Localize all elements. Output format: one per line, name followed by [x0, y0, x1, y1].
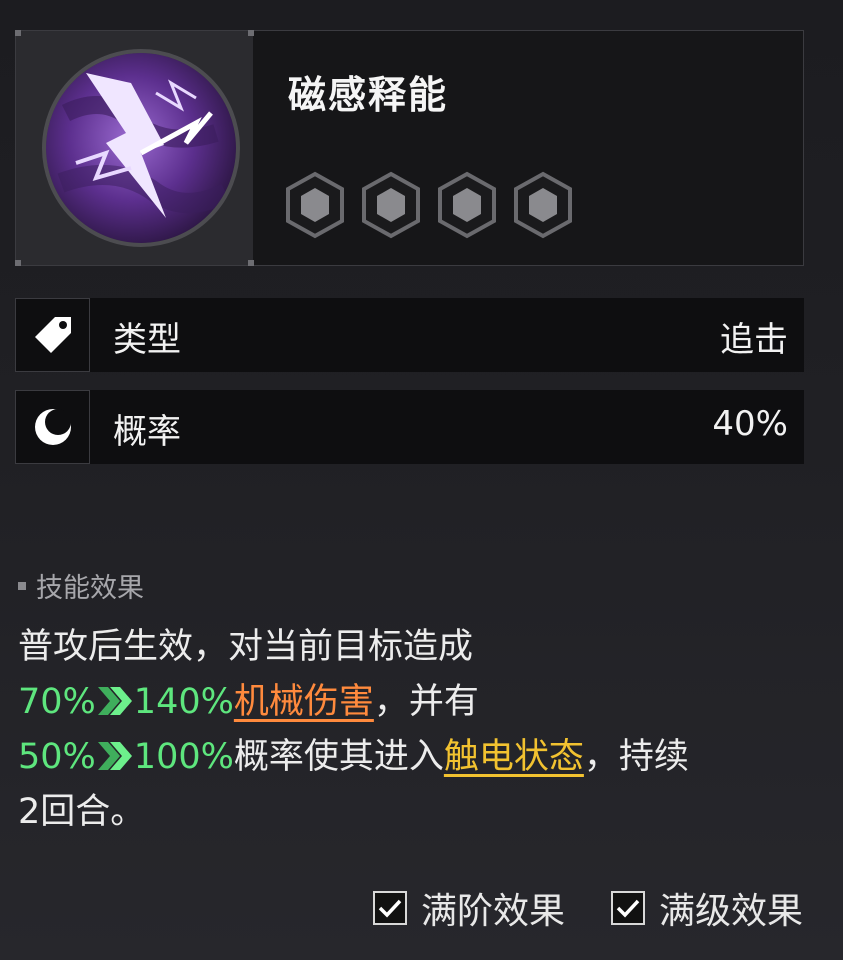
- double-chevron-icon: [97, 742, 132, 770]
- checkbox[interactable]: [372, 891, 407, 925]
- bullet-square: [18, 581, 26, 590]
- moon-icon: [15, 390, 90, 464]
- desc-line: 50% 100%概率使其进入触电状态，持续: [18, 730, 828, 785]
- rank-hex-icon: [362, 171, 420, 239]
- desc-text: 概率使其进入: [233, 737, 444, 777]
- skill-description: 普攻后生效，对当前目标造成 70% 140%机械伤害，并有 50% 100%概率使其…: [18, 620, 828, 840]
- stat-value: 40%: [712, 404, 788, 444]
- rank-indicators: [284, 171, 574, 239]
- rank-hex-icon: [514, 171, 572, 239]
- chance-from: 50%: [18, 737, 96, 777]
- stat-row-type: 类型 追击: [15, 298, 804, 372]
- check-icon: [616, 899, 640, 918]
- corner-ornament: [248, 30, 254, 36]
- stat-label: 概率: [113, 412, 181, 452]
- desc-line: 70% 140%机械伤害，并有: [18, 675, 828, 730]
- rank-hex-icon: [286, 171, 344, 239]
- portrait-frame: [15, 30, 254, 266]
- check-icon: [378, 899, 402, 918]
- damage-type[interactable]: 机械伤害: [234, 682, 374, 722]
- skill-name: 磁感释能: [288, 73, 449, 117]
- damage-to: 140%: [133, 682, 234, 722]
- toggle-max-rank[interactable]: 满阶效果: [372, 882, 565, 934]
- stat-row-chance: 概率 40%: [15, 390, 804, 464]
- lightning-arrow-icon: [42, 49, 240, 247]
- corner-ornament: [15, 30, 21, 36]
- desc-text: 普攻后生效，对当前目标造成: [18, 627, 474, 667]
- desc-line: 普攻后生效，对当前目标造成: [18, 620, 828, 675]
- desc-line: 2回合。: [18, 785, 828, 840]
- toggle-label: 满级效果: [658, 891, 803, 932]
- damage-from: 70%: [18, 682, 96, 722]
- stat-value: 追击: [720, 320, 788, 360]
- desc-text: 2回合。: [18, 792, 146, 832]
- corner-ornament: [248, 260, 254, 266]
- toggle-max-level[interactable]: 满级效果: [610, 882, 803, 934]
- section-title: 技能效果: [18, 566, 144, 605]
- double-chevron-icon: [97, 687, 132, 715]
- tag-icon: [15, 298, 90, 372]
- skill-header: 磁感释能: [15, 30, 804, 266]
- status-keyword[interactable]: 触电状态: [444, 737, 584, 777]
- chance-to: 100%: [133, 737, 234, 777]
- corner-ornament: [15, 260, 21, 266]
- section-title-text: 技能效果: [36, 573, 144, 604]
- desc-text: ，并有: [373, 682, 479, 722]
- effect-toggles: 满阶效果 满级效果: [372, 882, 803, 934]
- rank-hex-icon: [438, 171, 496, 239]
- checkbox[interactable]: [610, 891, 645, 925]
- toggle-label: 满阶效果: [420, 891, 565, 932]
- desc-text: ，持续: [583, 737, 689, 777]
- stat-label: 类型: [113, 320, 181, 360]
